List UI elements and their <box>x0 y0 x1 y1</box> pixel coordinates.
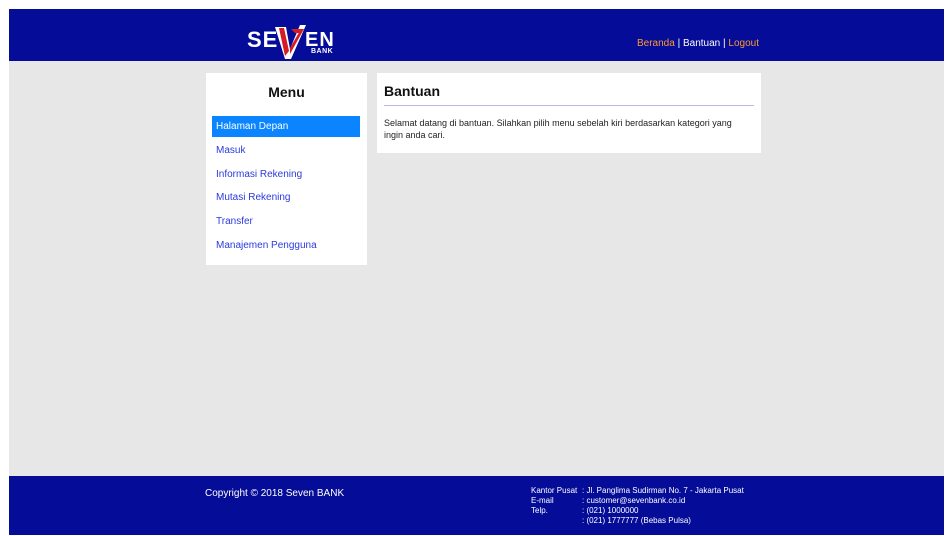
contact-label: Kantor Pusat <box>531 486 578 495</box>
nav-link-bantuan[interactable]: Bantuan <box>683 38 720 49</box>
contact-value: : (021) 1000000 <box>582 506 639 515</box>
content-text: Selamat datang di bantuan. Silahkan pili… <box>384 118 732 140</box>
contact-label: Telp. <box>531 506 548 515</box>
menu-item-masuk[interactable]: Masuk <box>212 140 360 161</box>
contact-value: : customer@sevenbank.co.id <box>582 496 686 505</box>
menu-item-halaman-depan[interactable]: Halaman Depan <box>212 116 360 137</box>
contact-row-address: Kantor Pusat : Jl. Panglima Sudirman No.… <box>531 486 744 496</box>
contact-info: Kantor Pusat : Jl. Panglima Sudirman No.… <box>531 486 744 526</box>
copyright-text: Copyright © 2018 Seven BANK <box>205 488 345 499</box>
menu-item-manajemen-pengguna[interactable]: Manajemen Pengguna <box>212 235 360 256</box>
contact-value: : Jl. Panglima Sudirman No. 7 - Jakarta … <box>582 486 744 495</box>
menu-item-transfer[interactable]: Transfer <box>212 211 360 232</box>
menu-title: Menu <box>268 84 305 100</box>
logo-subtitle: BANK <box>311 48 334 55</box>
footer: Copyright © 2018 Seven BANK Kantor Pusat… <box>9 476 944 535</box>
top-navigation: Beranda | Bantuan | Logout <box>637 38 759 49</box>
title-divider <box>384 105 754 106</box>
nav-link-beranda[interactable]: Beranda <box>637 38 675 49</box>
nav-link-logout[interactable]: Logout <box>728 38 759 49</box>
nav-separator: | <box>723 38 726 49</box>
contact-value: : (021) 1777777 (Bebas Pulsa) <box>582 516 691 525</box>
menu-item-informasi-rekening[interactable]: Informasi Rekening <box>212 164 360 185</box>
contact-row-phone: Telp. : (021) 1000000 <box>531 506 744 516</box>
page-title: Bantuan <box>384 83 440 99</box>
contact-label: E-mail <box>531 496 554 505</box>
menu-item-mutasi-rekening[interactable]: Mutasi Rekening <box>212 187 360 208</box>
contact-row-email: E-mail : customer@sevenbank.co.id <box>531 496 744 506</box>
contact-row-phone-free: : (021) 1777777 (Bebas Pulsa) <box>531 516 744 526</box>
sidebar-menu: Menu Halaman Depan Masuk Informasi Reken… <box>206 73 367 265</box>
header: SE EN BANK Beranda | Bantuan | Logout <box>9 9 944 61</box>
seven-bank-logo[interactable]: SE EN BANK <box>247 23 347 63</box>
nav-separator: | <box>677 38 681 49</box>
content-panel: Bantuan Selamat datang di bantuan. Silah… <box>377 73 761 153</box>
contact-label <box>531 516 582 526</box>
logo-v-icon <box>275 25 306 59</box>
